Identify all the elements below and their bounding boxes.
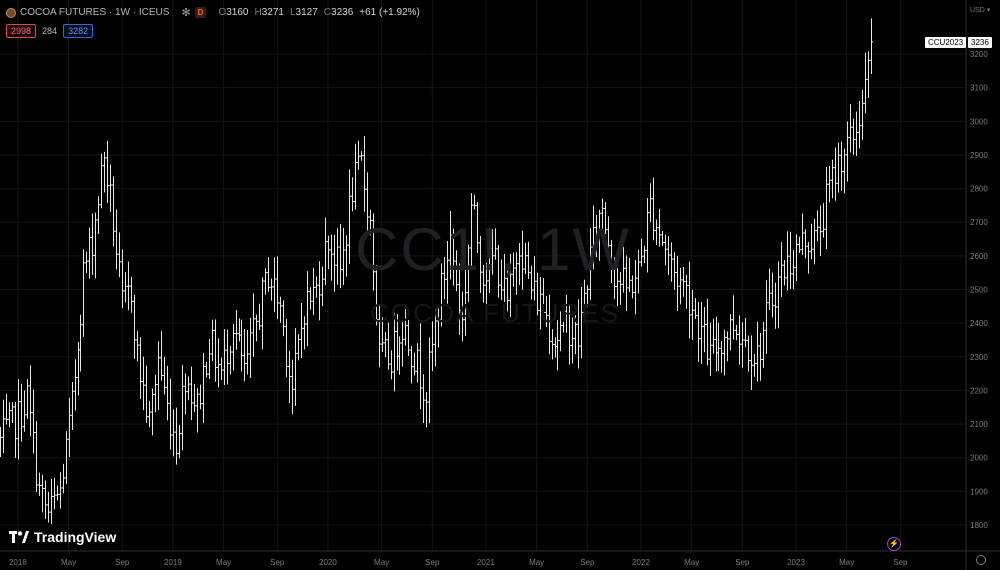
ohlc-values: O3160 H3271 L3127 C3236 +61 (+1.92%) xyxy=(218,7,419,18)
price-tick-label: 2000 xyxy=(970,454,988,463)
series-badge: CCU2023 xyxy=(925,37,967,48)
high-value: 3271 xyxy=(261,7,284,18)
spread-value: 284 xyxy=(42,26,58,36)
low-value: 3127 xyxy=(295,7,318,18)
time-tick-label: 2021 xyxy=(477,558,495,567)
price-tick-label: 1900 xyxy=(970,487,988,496)
buy-button[interactable]: 3282 xyxy=(63,24,94,38)
time-tick-label: Sep xyxy=(270,558,285,567)
currency-label[interactable]: USD ▾ xyxy=(970,6,990,14)
time-tick-label: May xyxy=(529,558,544,567)
tradingview-logo-icon xyxy=(9,531,29,543)
time-tick-label: 2019 xyxy=(164,558,182,567)
time-tick-label: May xyxy=(684,558,699,567)
time-tick-label: 2018 xyxy=(9,558,27,567)
legend-header: COCOA FUTURES · 1W · ICEUS ✻ D O3160 H32… xyxy=(6,6,420,19)
delayed-badge[interactable]: D xyxy=(194,7,207,18)
change-value: +61 (+1.92%) xyxy=(359,7,420,18)
price-tick-label: 1800 xyxy=(970,521,988,530)
time-tick-label: Sep xyxy=(893,558,908,567)
time-tick-label: 2023 xyxy=(787,558,805,567)
close-label: C xyxy=(323,7,332,18)
tradingview-logo[interactable]: TradingView xyxy=(9,529,116,545)
time-tick-label: 2020 xyxy=(319,558,337,567)
cocoa-symbol-icon xyxy=(6,7,16,18)
logo-text: TradingView xyxy=(34,529,117,545)
price-tick-label: 3100 xyxy=(970,84,988,93)
price-tick-label: 2700 xyxy=(970,218,988,227)
price-tick-label: 2200 xyxy=(970,386,988,395)
time-tick-label: Sep xyxy=(425,558,440,567)
price-tick-label: 2500 xyxy=(970,286,988,295)
price-tick-label: 2400 xyxy=(970,319,988,328)
price-tick-label: 3200 xyxy=(970,50,988,59)
time-tick-label: May xyxy=(839,558,854,567)
close-value: 3236 xyxy=(331,7,354,18)
time-tick-label: May xyxy=(216,558,231,567)
last-price-badge: 3236 xyxy=(968,37,992,48)
trade-buttons: 2998 284 3282 xyxy=(6,24,94,38)
price-chart[interactable]: 1800 1900 2000 2100 2200 2300 2400 2500 2600 2700… xyxy=(0,0,1000,570)
snowflake-icon[interactable]: ✻ xyxy=(181,6,190,19)
symbol-title[interactable]: COCOA FUTURES · 1W · ICEUS xyxy=(20,7,169,18)
watermark-ticker: CC1!, 1W xyxy=(355,216,632,283)
sell-button[interactable]: 2998 xyxy=(6,24,37,38)
time-tick-label: Sep xyxy=(735,558,750,567)
watermark-name: COCOA FUTURES xyxy=(370,298,620,328)
time-tick-label: 2022 xyxy=(632,558,650,567)
time-tick-label: May xyxy=(61,558,76,567)
price-tick-label: 2900 xyxy=(970,151,988,160)
price-tick-label: 3000 xyxy=(970,117,988,126)
high-label: H xyxy=(254,7,262,18)
price-tick-label: 2100 xyxy=(970,420,988,429)
settings-gear-icon[interactable] xyxy=(976,555,986,565)
price-tick-label: 2600 xyxy=(970,252,988,261)
open-value: 3160 xyxy=(226,7,249,18)
time-tick-label: Sep xyxy=(580,558,595,567)
lightning-icon[interactable]: ⚡ xyxy=(887,537,901,551)
price-tick-label: 2300 xyxy=(970,353,988,362)
time-tick-label: Sep xyxy=(115,558,130,567)
price-tick-label: 2800 xyxy=(970,185,988,194)
time-tick-label: May xyxy=(374,558,389,567)
